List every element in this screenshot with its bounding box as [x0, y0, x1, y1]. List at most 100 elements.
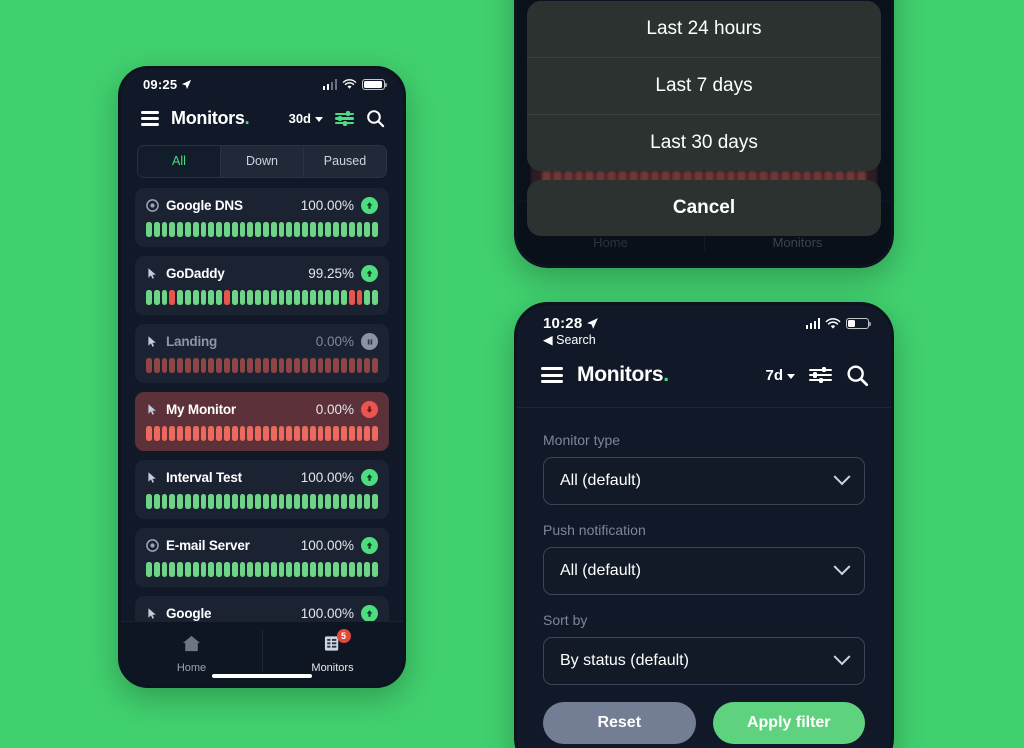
uptime-bar	[278, 494, 285, 509]
status-bar-left: 09:25	[143, 77, 192, 92]
uptime-bar	[278, 562, 285, 577]
uptime-bar	[184, 222, 191, 237]
uptime-bar	[309, 426, 316, 441]
header-divider	[517, 407, 891, 408]
uptime-bars	[146, 222, 378, 237]
uptime-bar	[161, 222, 168, 237]
uptime-bar	[333, 358, 339, 373]
tab-down[interactable]: Down	[221, 146, 304, 177]
sheet-cancel-button[interactable]: Cancel	[527, 180, 881, 236]
uptime-bar	[161, 358, 168, 373]
chevron-down-icon	[833, 648, 851, 666]
uptime-bar	[340, 358, 347, 373]
uptime-bar	[161, 290, 168, 305]
status-bar-time: 09:25	[143, 77, 178, 92]
hamburger-menu-icon[interactable]	[141, 111, 159, 126]
sort-by-select[interactable]: By status (default)	[543, 637, 865, 685]
uptime-bar	[270, 290, 277, 305]
hamburger-menu-icon[interactable]	[541, 367, 563, 383]
push-notification-select[interactable]: All (default)	[543, 547, 865, 595]
monitor-card[interactable]: Landing 0.00%	[135, 324, 389, 383]
monitor-card-header: GoDaddy 99.25%	[146, 265, 378, 282]
monitor-name: Google	[166, 606, 212, 621]
page-title: Monitors.	[171, 108, 250, 129]
phone-monitors-list: 09:25 Monitors. 30d All Down Paused Goog…	[118, 66, 406, 688]
uptime-bar	[247, 290, 254, 305]
chevron-down-icon	[315, 117, 323, 122]
screenshot-canvas: 09:25 Monitors. 30d All Down Paused Goog…	[0, 0, 1024, 748]
date-range-selector[interactable]: 7d	[765, 367, 795, 384]
date-range-selector[interactable]: 30d	[289, 111, 323, 126]
monitor-name: Interval Test	[166, 470, 242, 485]
uptime-bar	[301, 222, 308, 237]
uptime-bar	[364, 222, 371, 237]
filter-sliders-icon[interactable]	[335, 110, 354, 127]
uptime-bar	[177, 222, 183, 237]
uptime-bar	[333, 494, 339, 509]
monitor-card[interactable]: E-mail Server 100.00%	[135, 528, 389, 587]
uptime-bar	[356, 290, 363, 305]
sheet-option-last-7-days[interactable]: Last 7 days	[527, 58, 881, 115]
uptime-bar	[208, 426, 215, 441]
monitor-name: Google DNS	[166, 198, 243, 213]
reset-button[interactable]: Reset	[543, 702, 696, 744]
search-icon[interactable]	[366, 109, 385, 128]
sheet-option-last-30-days[interactable]: Last 30 days	[527, 115, 881, 171]
uptime-bar	[309, 358, 316, 373]
uptime-bar	[247, 562, 254, 577]
status-badge-down	[361, 401, 378, 418]
page-title-text: Monitors	[171, 108, 245, 128]
battery-icon	[846, 317, 871, 330]
sheet-option-last-24-hours[interactable]: Last 24 hours	[527, 1, 881, 58]
uptime-bar	[340, 562, 347, 577]
uptime-bar	[286, 494, 293, 509]
monitor-card[interactable]: My Monitor 0.00%	[135, 392, 389, 451]
segmented-control: All Down Paused	[137, 145, 387, 178]
monitor-card[interactable]: GoDaddy 99.25%	[135, 256, 389, 315]
uptime-bar	[286, 290, 293, 305]
uptime-bar	[223, 562, 230, 577]
monitor-type-select[interactable]: All (default)	[543, 457, 865, 505]
monitor-card[interactable]: Interval Test 100.00%	[135, 460, 389, 519]
uptime-bar	[146, 290, 152, 305]
tab-paused[interactable]: Paused	[304, 146, 386, 177]
search-icon[interactable]	[846, 364, 869, 387]
uptime-bar	[192, 494, 199, 509]
filter-form: Monitor type All (default) Push notifica…	[517, 412, 891, 744]
tab-all[interactable]: All	[138, 146, 221, 177]
uptime-bar	[200, 222, 207, 237]
cellular-signal-icon	[805, 318, 820, 329]
uptime-bar	[216, 494, 222, 509]
uptime-bar	[153, 222, 160, 237]
uptime-bar	[255, 426, 261, 441]
back-to-search-link[interactable]: ◀ Search	[517, 332, 891, 347]
monitor-card[interactable]: Google DNS 100.00%	[135, 188, 389, 247]
action-sheet: Last 24 hours Last 7 days Last 30 days C…	[527, 1, 881, 236]
date-range-label: 7d	[765, 366, 783, 384]
uptime-bar	[146, 426, 152, 441]
monitor-card-header: E-mail Server 100.00%	[146, 537, 378, 554]
uptime-bar	[192, 562, 199, 577]
monitor-card-header: Interval Test 100.00%	[146, 469, 378, 486]
uptime-bar	[239, 358, 246, 373]
uptime-bar	[348, 426, 355, 441]
uptime-bar	[301, 358, 308, 373]
filter-sliders-icon[interactable]	[809, 366, 832, 384]
uptime-bar	[161, 426, 168, 441]
uptime-bar	[270, 426, 277, 441]
uptime-bar	[286, 358, 293, 373]
uptime-bar	[169, 222, 176, 237]
uptime-bars	[146, 290, 378, 305]
uptime-bar	[294, 494, 300, 509]
chevron-down-icon	[833, 468, 851, 486]
uptime-bar	[340, 290, 347, 305]
uptime-bar	[372, 562, 378, 577]
uptime-bar	[372, 426, 378, 441]
apply-filter-button[interactable]: Apply filter	[712, 702, 865, 744]
uptime-bar	[262, 290, 269, 305]
wifi-icon	[825, 317, 841, 329]
uptime-bar	[153, 494, 160, 509]
ping-monitor-icon	[146, 199, 159, 212]
uptime-bar	[255, 358, 261, 373]
uptime-bar	[146, 494, 152, 509]
